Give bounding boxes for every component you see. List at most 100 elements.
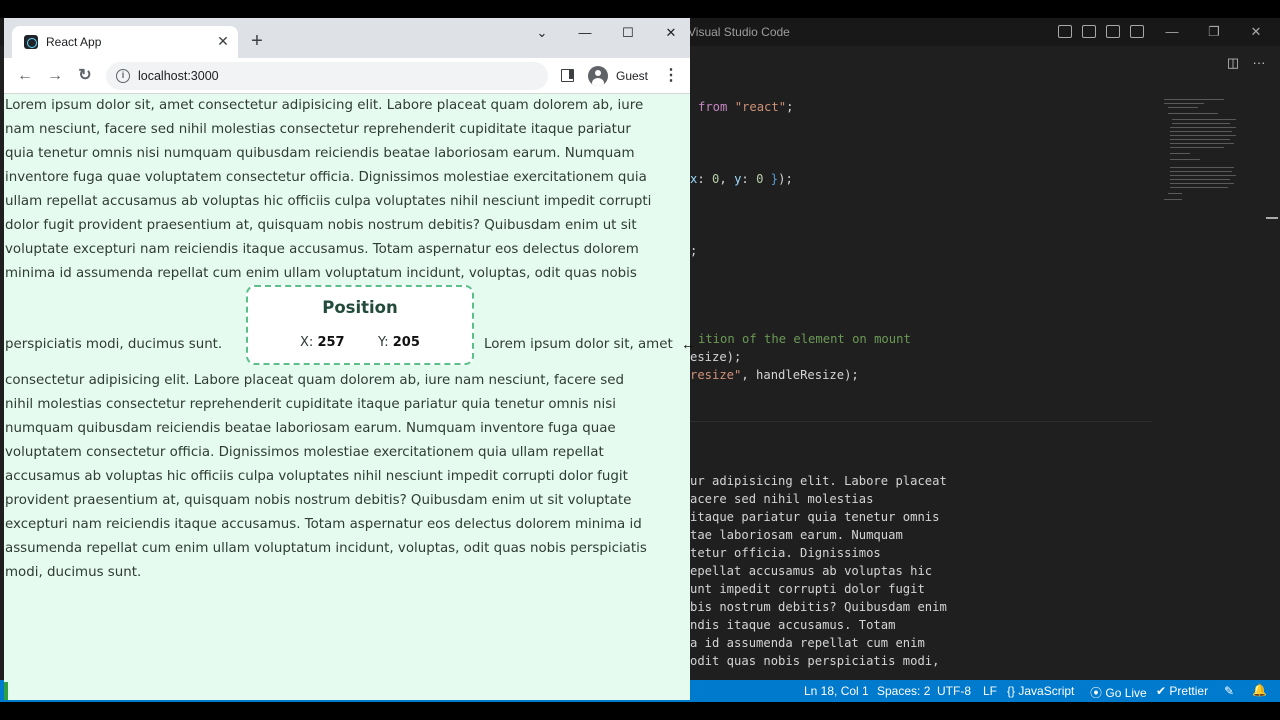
- paragraph-line: Lorem ipsum dolor sit, amet consectetur …: [5, 98, 644, 113]
- bell-icon[interactable]: 🔔: [1252, 683, 1267, 697]
- code-token: ;: [786, 100, 794, 114]
- status-go-live[interactable]: ⦿ Go Live: [1090, 684, 1147, 701]
- x-value: 257: [317, 335, 345, 350]
- code-token: from: [698, 100, 728, 114]
- y-label: Y:: [378, 335, 389, 350]
- new-tab-icon[interactable]: +: [247, 31, 267, 51]
- status-encoding[interactable]: UTF-8: [937, 684, 971, 698]
- position-title: Position: [322, 298, 398, 317]
- minimize-icon[interactable]: —: [1162, 22, 1182, 42]
- y-value: 205: [392, 335, 420, 350]
- status-prettier[interactable]: ✔ Prettier: [1156, 684, 1208, 698]
- paragraph-line: modi, ducimus sunt.: [5, 565, 142, 580]
- back-arrow-icon[interactable]: ←: [14, 66, 36, 86]
- status-eol[interactable]: LF: [983, 684, 997, 698]
- toggle-primary-sidebar-icon[interactable]: [1058, 25, 1072, 38]
- paragraph-line: inventore fuga quae voluptatem consectet…: [5, 170, 647, 185]
- resize-cursor-icon: ↔: [681, 336, 696, 353]
- split-editor-icon[interactable]: ◫: [1224, 54, 1242, 72]
- code-token: resize": [690, 368, 742, 382]
- code-token: );: [778, 172, 793, 186]
- code-line: ur adipisicing elit. Labore placeat: [690, 474, 947, 488]
- code-line: a id assumenda repellat cum enim: [690, 636, 925, 650]
- profile-button[interactable]: Guest: [586, 63, 654, 89]
- paragraph-line: excepturi nam reiciendis itaque accusamu…: [5, 517, 642, 532]
- screen-bottom-strip: [0, 702, 1280, 720]
- close-icon[interactable]: ✕: [1246, 22, 1266, 42]
- forward-arrow-icon[interactable]: →: [44, 66, 66, 86]
- tab-react-app[interactable]: React App ✕: [12, 26, 238, 58]
- vscode-window-title: Visual Studio Code: [688, 25, 790, 39]
- paragraph-line: voluptatem consectetur officia. Dignissi…: [5, 445, 604, 460]
- x-coordinate: X: 257: [300, 335, 345, 350]
- minimize-icon[interactable]: —: [572, 23, 598, 43]
- code-line: resize", handleResize);: [690, 368, 859, 382]
- tab-title: React App: [46, 35, 102, 49]
- address-bar[interactable]: i localhost:3000: [106, 62, 548, 90]
- more-actions-icon[interactable]: ···: [1250, 54, 1268, 72]
- toggle-secondary-sidebar-icon[interactable]: [1106, 25, 1120, 38]
- status-language[interactable]: {} JavaScript: [1007, 684, 1074, 698]
- code-line: tetur officia. Dignissimos: [690, 546, 881, 560]
- page-content: Lorem ipsum dolor sit, amet consectetur …: [4, 94, 690, 700]
- code-line: ition of the element on mount: [698, 332, 911, 346]
- code-line: tae laboriosam earum. Numquam: [690, 528, 903, 542]
- feedback-icon[interactable]: ✎: [1224, 684, 1234, 698]
- code-line: unt impedit corrupti dolor fugit: [690, 582, 925, 596]
- code-token: "react": [734, 100, 787, 114]
- paragraph-line: nihil molestias consectetur reprehenderi…: [5, 397, 616, 412]
- status-cursor-position[interactable]: Ln 18, Col 1: [804, 684, 869, 698]
- browser-window: React App ✕ + ⌄ — ☐ ✕ ← → ↻ i localhost:…: [4, 18, 690, 700]
- code-line: x: 0, y: 0 });: [690, 172, 793, 186]
- status-indentation[interactable]: Spaces: 2: [877, 684, 930, 698]
- paragraph-line: quia tenetur omnis nisi numquam quibusda…: [5, 146, 635, 161]
- paragraph-line: perspiciatis modi, ducimus sunt.: [5, 337, 223, 352]
- code-token: :: [697, 172, 713, 186]
- side-panel-icon[interactable]: [561, 69, 574, 82]
- customize-layout-icon[interactable]: [1130, 25, 1144, 38]
- paragraph-line: dolor fugit provident praesentium at, qu…: [5, 218, 637, 233]
- code-line: ;: [690, 244, 698, 258]
- minimap[interactable]: [1160, 97, 1242, 222]
- paragraph-line: minima id assumenda repellat cum enim ul…: [5, 266, 637, 281]
- code-line: acere sed nihil molestias: [690, 492, 874, 506]
- toggle-panel-icon[interactable]: [1082, 25, 1096, 38]
- code-line: ndis itaque accusamus. Totam: [690, 618, 896, 632]
- avatar-icon: [588, 66, 608, 86]
- maximize-icon[interactable]: ☐: [615, 23, 641, 43]
- code-line: itaque pariatur quia tenetur omnis: [690, 510, 940, 524]
- url-text[interactable]: localhost:3000: [138, 69, 219, 83]
- paragraph-line: accusamus ab voluptas hic officiis culpa…: [5, 469, 628, 484]
- code-line: odit quas nobis perspiciatis modi,: [690, 654, 940, 668]
- code-line: from "react";: [698, 100, 793, 114]
- close-window-icon[interactable]: ✕: [658, 23, 684, 43]
- broadcast-icon: ⦿: [1090, 686, 1103, 700]
- code-token: :: [741, 172, 757, 186]
- go-live-label: Go Live: [1105, 686, 1147, 700]
- info-icon[interactable]: i: [116, 69, 130, 83]
- kebab-menu-icon[interactable]: ⋮: [663, 66, 679, 86]
- paragraph-line: numquam quibusdam reiciendis beatae labo…: [5, 421, 616, 436]
- paragraph-line: voluptate excepturi nam reiciendis itaqu…: [5, 242, 639, 257]
- reload-icon[interactable]: ↻: [74, 66, 96, 86]
- tab-close-icon[interactable]: ✕: [214, 32, 232, 50]
- code-token: , handleResize);: [741, 368, 859, 382]
- tab-search-chevron-icon[interactable]: ⌄: [529, 23, 555, 43]
- browser-toolbar: ← → ↻ i localhost:3000 Guest ⋮: [4, 58, 690, 94]
- profile-name: Guest: [616, 69, 649, 83]
- paragraph-line: consectetur adipisicing elit. Labore pla…: [5, 373, 624, 388]
- prettier-label: Prettier: [1169, 684, 1209, 698]
- paragraph-line: Lorem ipsum dolor sit, amet: [484, 337, 673, 352]
- restore-icon[interactable]: ❐: [1204, 22, 1224, 42]
- check-icon: ✔: [1156, 684, 1167, 698]
- paragraph-line: assumenda repellat cum enim ullam volupt…: [5, 541, 647, 556]
- taskbar-accent: [4, 682, 8, 700]
- paragraph-line: provident praesentium at, quisquam nobis…: [5, 493, 632, 508]
- code-line: bis nostrum debitis? Quibusdam enim: [690, 600, 947, 614]
- position-card: Position X: 257 Y: 205: [246, 285, 474, 365]
- scrollbar-marker[interactable]: [1266, 217, 1278, 219]
- react-favicon-icon: [24, 35, 38, 49]
- code-line: epellat accusamus ab voluptas hic: [690, 564, 933, 578]
- paragraph-line: ullam repellat accusamus ab voluptas hic…: [5, 194, 652, 209]
